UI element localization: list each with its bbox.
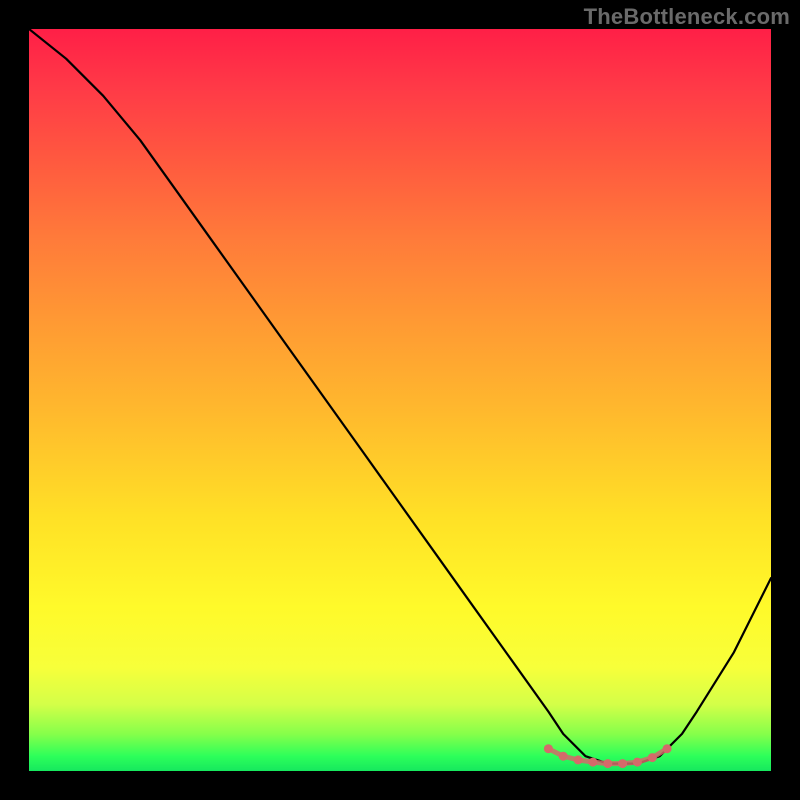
chart-svg <box>29 29 771 771</box>
watermark-text: TheBottleneck.com <box>584 4 790 30</box>
plot-area <box>29 29 771 771</box>
bottleneck-curve-line <box>29 29 771 764</box>
optimal-region-markers <box>544 744 672 768</box>
chart-container: TheBottleneck.com <box>0 0 800 800</box>
